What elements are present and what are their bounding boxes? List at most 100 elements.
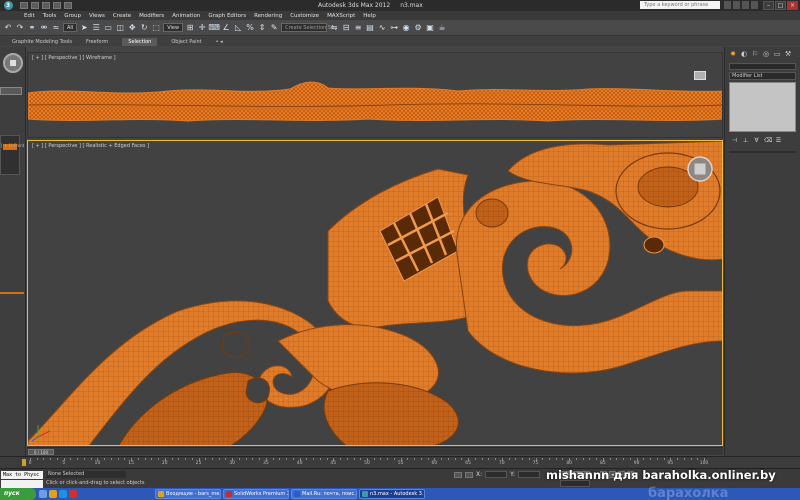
menu-modifiers[interactable]: Modifiers [135,13,168,19]
left-viewport-strip[interactable] [0,87,22,95]
open-file-icon[interactable] [31,2,39,9]
pivot-center-icon[interactable]: ⊞ [185,23,195,33]
maxscript-output[interactable] [1,480,43,488]
menu-customize[interactable]: Customize [286,13,323,19]
configure-sets-icon[interactable]: ☰ [775,137,782,144]
menu-create[interactable]: Create [109,13,135,19]
opera-icon[interactable] [69,490,77,498]
snap-toggle-icon[interactable]: ∠ [221,23,231,33]
motion-tab-icon[interactable]: ◎ [762,50,770,58]
minimize-button[interactable]: – [763,1,774,10]
menu-tools[interactable]: Tools [39,13,61,19]
tab-graphite-modeling-tools[interactable]: Graphite Modeling Tools [12,39,72,45]
time-slider[interactable]: 0 / 100 [27,447,723,455]
taskbar-item-solidworks[interactable]: SolidWorks Premium 2... [223,489,289,499]
viewport-top-perspective[interactable]: [ + ] [ Perspective ] [ Wireframe ] [27,52,723,138]
taskbar-item-inbox[interactable]: Входящие - bars_me... [155,489,221,499]
hierarchy-tab-icon[interactable]: ⚐ [751,50,759,58]
select-rotate-icon[interactable]: ↻ [139,23,149,33]
menu-group[interactable]: Group [60,13,85,19]
save-file-icon[interactable] [42,2,50,9]
reference-coordinate-dropdown[interactable]: View [163,23,184,32]
select-scale-icon[interactable]: ⬚ [151,23,161,33]
ie-icon[interactable] [59,490,67,498]
tab-freeform[interactable]: Freeform [86,39,108,45]
select-move-icon[interactable]: ✥ [127,23,137,33]
mini-curve-editor-icon[interactable] [22,459,26,466]
taskbar-item-3dsmax[interactable]: n3.max - Autodesk 3... [359,489,425,499]
star-icon[interactable] [742,1,749,9]
material-editor-icon[interactable]: ◉ [401,23,411,33]
align-icon[interactable]: ⊟ [341,23,351,33]
modifier-stack[interactable] [729,82,796,132]
mirror-icon[interactable]: ⇋ [329,23,339,33]
redo-icon[interactable] [64,2,72,9]
app-logo-icon[interactable]: 3 [0,0,16,11]
browser-icon[interactable] [49,490,57,498]
angle-snap-icon[interactable]: ◺ [233,23,243,33]
taskbar-item-mailru[interactable]: Mail.Ru: почта, поис... [291,489,357,499]
object-name-field[interactable] [729,63,796,70]
help-icon[interactable] [751,1,758,9]
menu-animation[interactable]: Animation [168,13,204,19]
maximize-button[interactable]: □ [775,1,786,10]
render-setup-icon[interactable]: ⚙ [413,23,423,33]
bind-space-warp-icon[interactable]: ≈ [51,23,61,33]
menu-maxscript[interactable]: MAXScript [323,13,359,19]
rendered-frame-icon[interactable]: ▣ [425,23,435,33]
make-unique-icon[interactable]: ∀ [753,137,760,144]
subscription-icon[interactable] [733,1,740,9]
menu-views[interactable]: Views [85,13,109,19]
time-slider-thumb[interactable]: 0 / 100 [28,449,54,455]
menu-graph-editors[interactable]: Graph Editors [204,13,250,19]
show-end-result-icon[interactable]: ⊥ [742,137,749,144]
viewport-label[interactable]: [ + ] [ Perspective ] [ Wireframe ] [32,55,116,61]
absolute-mode-icon[interactable] [465,471,473,478]
selection-filter-dropdown[interactable]: All [63,23,78,32]
utilities-tab-icon[interactable]: ⚒ [784,50,792,58]
modifier-list-dropdown[interactable]: Modifier List [729,72,796,80]
keyboard-shortcut-icon[interactable]: ⌨ [208,23,220,33]
front-viewport-label[interactable]: [ + ] [ Front [1,143,24,148]
create-tab-icon[interactable]: ✸ [729,50,737,58]
link-icon[interactable]: ⚭ [27,23,37,33]
named-selection-dropdown[interactable]: Create Selection Se [281,23,334,32]
select-by-name-icon[interactable]: ☰ [91,23,101,33]
search-input[interactable] [640,1,720,9]
y-coordinate-field[interactable] [518,471,541,478]
maxscript-listener[interactable]: Max to Physc [1,471,43,479]
pin-stack-icon[interactable]: ⊣ [731,137,738,144]
tab-object-paint[interactable]: Object Paint [171,39,201,45]
select-object-icon[interactable]: ➤ [79,23,89,33]
layer-manager-icon[interactable]: ≡ [353,23,363,33]
window-crossing-icon[interactable]: ◫ [115,23,125,33]
render-production-icon[interactable]: ☕ [437,23,447,33]
ribbon-options-button[interactable]: • ◂ [216,39,223,45]
rectangular-selection-icon[interactable]: ▭ [103,23,113,33]
undo-icon[interactable] [53,2,61,9]
viewport-label[interactable]: [ + ] [ Perspective ] [ Realistic + Edge… [32,143,149,149]
unlink-icon[interactable]: ⚮ [39,23,49,33]
modify-tab-icon[interactable]: ◐ [740,50,748,58]
percent-snap-icon[interactable]: % [245,23,255,33]
lock-selection-icon[interactable] [454,471,462,478]
curve-editor-icon[interactable]: ∿ [377,23,387,33]
menu-rendering[interactable]: Rendering [250,13,286,19]
viewcube-icon[interactable] [687,156,713,182]
spinner-snap-icon[interactable]: ⇕ [257,23,267,33]
display-tab-icon[interactable]: ▭ [773,50,781,58]
redo-icon[interactable]: ↷ [15,23,25,33]
desktop-icon[interactable] [39,490,47,498]
close-button[interactable]: × [787,1,798,10]
viewcube-icon[interactable] [3,53,23,73]
frame-ruler[interactable]: 0 5 10 15 20 25 30 35 40 45 50 55 60 65 70 75 80 85 90 95 10… [27,458,708,468]
front-viewport-thumbnail[interactable] [0,135,20,175]
start-button[interactable]: пуск [0,488,36,500]
binoculars-icon[interactable] [724,1,731,9]
track-bar[interactable]: 0 5 10 15 20 25 30 35 40 45 50 55 60 65 70 75 80 85 90 95 10… [0,456,800,468]
viewport-main-perspective[interactable]: [ + ] [ Perspective ] [ Realistic + Edge… [27,140,723,446]
undo-icon[interactable]: ↶ [3,23,13,33]
menu-edit[interactable]: Edit [20,13,39,19]
edit-named-selection-icon[interactable]: ✎ [269,23,279,33]
viewcube-icon[interactable] [694,71,706,80]
